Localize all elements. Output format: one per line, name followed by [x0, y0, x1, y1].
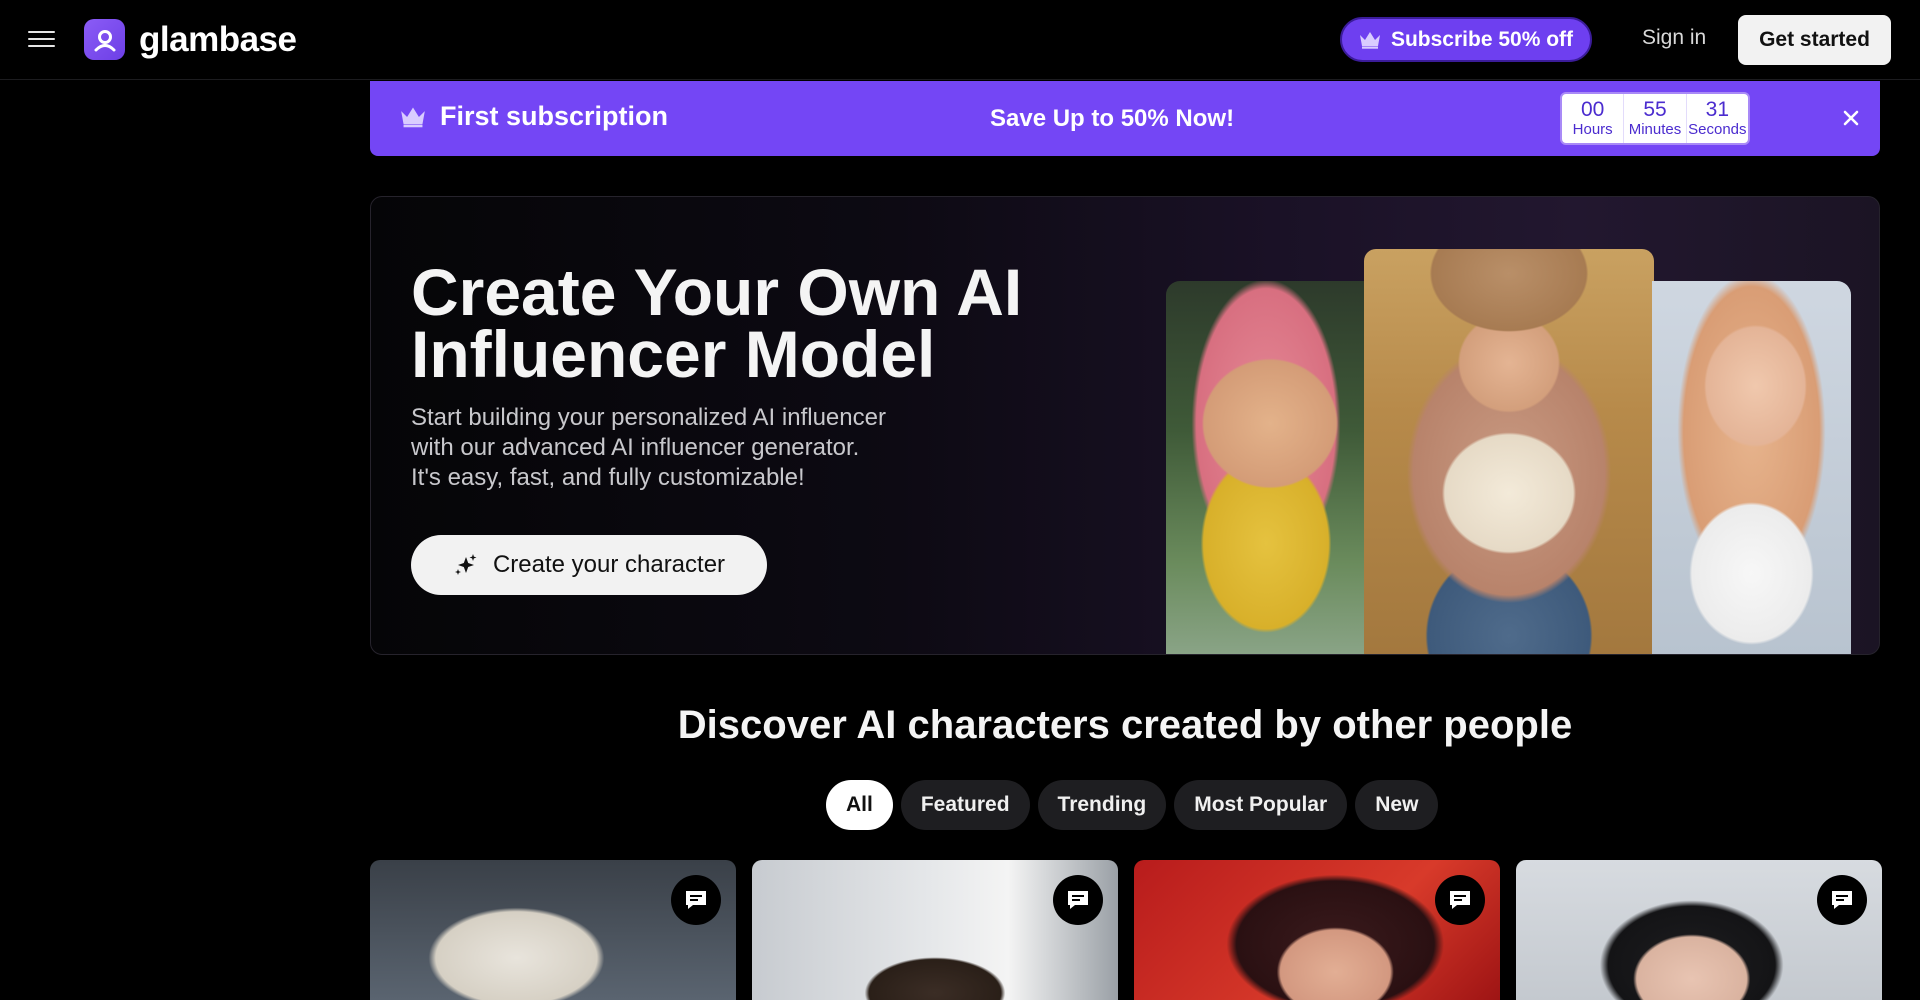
hero-description: Start building your personalized AI infl… — [411, 404, 886, 491]
countdown-seconds-value: 31 — [1705, 97, 1729, 121]
filter-tab-trending[interactable]: Trending — [1037, 780, 1167, 830]
filter-tab-new[interactable]: New — [1355, 780, 1439, 830]
countdown-hours-label: Hours — [1572, 120, 1613, 138]
chat-bubble-icon[interactable] — [1053, 875, 1103, 925]
countdown-hours: 00 Hours — [1562, 94, 1625, 143]
countdown-timer: 00 Hours 55 Minutes 31 Seconds — [1560, 92, 1750, 145]
countdown-minutes: 55 Minutes — [1624, 94, 1687, 143]
countdown-minutes-value: 55 — [1643, 97, 1667, 121]
influencer-image-blonde — [1652, 281, 1851, 654]
countdown-hours-value: 00 — [1580, 97, 1605, 121]
subscribe-label: Subscribe 50% off — [1390, 27, 1574, 51]
crown-icon — [1359, 31, 1380, 49]
sparkle-icon — [454, 554, 477, 575]
promo-title: First subscription — [440, 101, 669, 131]
countdown-minutes-label: Minutes — [1628, 120, 1682, 138]
hamburger-menu-icon[interactable] — [28, 26, 56, 52]
top-navbar: glambase Subscribe 50% off Sign in Get s… — [0, 0, 1920, 80]
filter-tab-most-popular[interactable]: Most Popular — [1174, 780, 1348, 830]
promo-banner: First subscription Save Up to 50% Now! 0… — [370, 81, 1880, 156]
influencer-image-cowboy-hat — [1364, 249, 1654, 654]
influencer-image-pink-hair — [1166, 281, 1366, 654]
close-icon[interactable] — [1834, 101, 1868, 135]
subscribe-discount-button[interactable]: Subscribe 50% off — [1340, 17, 1592, 62]
countdown-seconds-label: Seconds — [1688, 120, 1747, 138]
character-card[interactable] — [1134, 860, 1500, 1000]
sign-in-link[interactable]: Sign in — [1642, 26, 1706, 50]
chat-bubble-icon[interactable] — [1817, 875, 1867, 925]
logo-mark-icon — [84, 19, 125, 60]
crown-icon — [401, 107, 425, 127]
promo-heading: First subscription — [400, 101, 668, 132]
character-card[interactable] — [752, 860, 1118, 1000]
create-character-label: Create your character — [492, 551, 726, 578]
brand-logo[interactable]: glambase — [84, 19, 297, 60]
countdown-seconds: 31 Seconds — [1687, 94, 1748, 143]
promo-message: Save Up to 50% Now! — [990, 105, 1235, 132]
filter-tab-all[interactable]: All — [826, 780, 893, 830]
chat-bubble-icon[interactable] — [1435, 875, 1485, 925]
character-card[interactable] — [370, 860, 736, 1000]
filter-tab-featured[interactable]: Featured — [900, 780, 1030, 830]
discover-section-title: Discover AI characters created by other … — [677, 703, 1573, 747]
hero-title: Create Your Own AI Influencer Model — [411, 255, 1023, 391]
create-character-button[interactable]: Create your character — [411, 535, 767, 595]
character-card[interactable] — [1516, 860, 1882, 1000]
character-filter-tabs: All Featured Trending Most Popular New — [826, 780, 1439, 830]
hero-section: Create Your Own AI Influencer Model Star… — [370, 196, 1880, 655]
chat-bubble-icon[interactable] — [671, 875, 721, 925]
brand-name: glambase — [139, 19, 297, 59]
get-started-button[interactable]: Get started — [1738, 15, 1891, 65]
